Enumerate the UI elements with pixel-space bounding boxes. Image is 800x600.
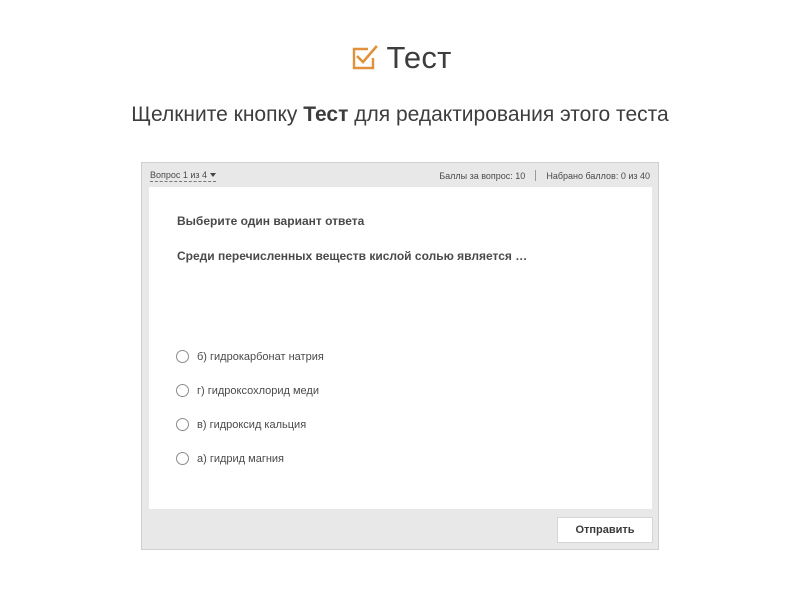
question-instruction: Выберите один вариант ответа bbox=[177, 214, 365, 228]
page-title: Тест bbox=[386, 40, 452, 75]
question-card: Выберите один вариант ответа Среди переч… bbox=[149, 187, 652, 509]
submit-button[interactable]: Отправить bbox=[557, 517, 653, 543]
subtitle-prefix: Щелкните кнопку bbox=[131, 103, 304, 126]
radio-button[interactable] bbox=[176, 452, 189, 465]
slide-title: Тест bbox=[0, 40, 800, 76]
radio-button[interactable] bbox=[176, 384, 189, 397]
points-scored: Набрано баллов: 0 из 40 bbox=[546, 170, 650, 181]
answer-label: в) гидроксид кальция bbox=[197, 418, 307, 431]
checkbox-check-icon bbox=[352, 45, 378, 70]
score-divider bbox=[535, 170, 537, 181]
subtitle-suffix: для редактирования этого теста bbox=[348, 103, 669, 126]
answer-option[interactable]: в) гидроксид кальция bbox=[176, 416, 324, 433]
radio-button[interactable] bbox=[176, 350, 189, 363]
answer-option[interactable]: а) гидрид магния bbox=[176, 450, 324, 467]
radio-button[interactable] bbox=[176, 418, 189, 431]
answer-option[interactable]: б) гидрокарбонат натрия bbox=[176, 348, 324, 365]
question-selector[interactable]: Вопрос 1 из 4 bbox=[150, 170, 217, 182]
quiz-header: Вопрос 1 из 4 Баллы за вопрос: 10 Набран… bbox=[142, 163, 658, 187]
answer-option[interactable]: г) гидроксохлорид меди bbox=[176, 382, 324, 399]
question-text: Среди перечисленных веществ кислой солью… bbox=[177, 249, 528, 263]
points-per-question: Баллы за вопрос: 10 bbox=[439, 170, 526, 181]
quiz-player: Вопрос 1 из 4 Баллы за вопрос: 10 Набран… bbox=[141, 162, 659, 550]
chevron-down-icon bbox=[210, 173, 217, 177]
answer-label: г) гидроксохлорид меди bbox=[197, 384, 319, 397]
score-info: Баллы за вопрос: 10 Набрано баллов: 0 из… bbox=[439, 170, 650, 181]
answer-label: а) гидрид магния bbox=[197, 452, 285, 465]
answer-options: б) гидрокарбонат натрия г) гидроксохлори… bbox=[176, 348, 324, 484]
answer-label: б) гидрокарбонат натрия bbox=[197, 350, 324, 363]
question-counter: Вопрос 1 из 4 bbox=[150, 170, 208, 180]
instruction-text: Щелкните кнопку Тест для редактирования … bbox=[0, 103, 800, 127]
subtitle-bold: Тест bbox=[303, 103, 349, 126]
